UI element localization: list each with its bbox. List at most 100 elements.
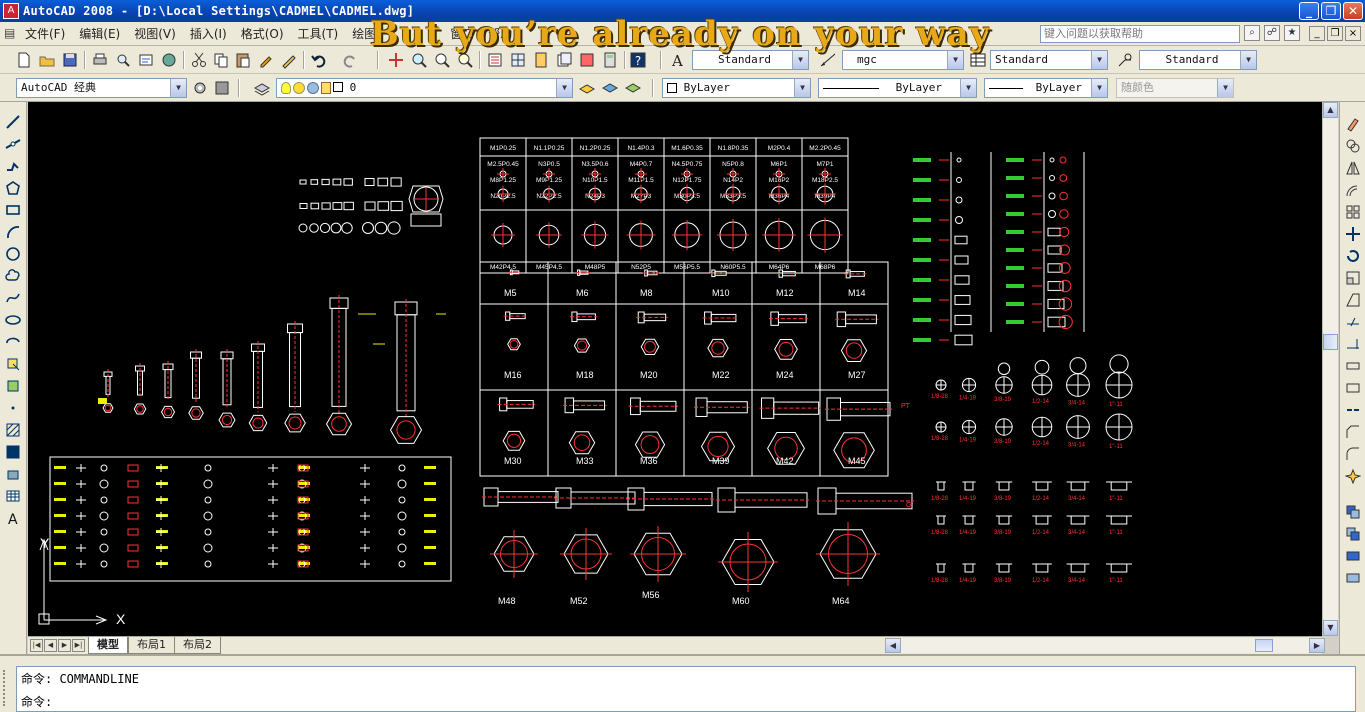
ellipse-arc-icon[interactable] bbox=[3, 332, 23, 352]
3d-dwf-icon[interactable] bbox=[159, 50, 179, 70]
menu-doc-icon[interactable]: ▤ bbox=[4, 26, 18, 42]
mirror-icon[interactable] bbox=[1343, 158, 1363, 178]
layer-on-lightbulb-icon[interactable] bbox=[281, 82, 291, 94]
send-under-icon[interactable] bbox=[1343, 568, 1363, 588]
multiline-text-icon[interactable]: A bbox=[3, 508, 23, 528]
draw-order-front-icon[interactable] bbox=[1343, 502, 1363, 522]
circle-icon[interactable] bbox=[3, 244, 23, 264]
doc-close-button[interactable]: × bbox=[1345, 26, 1361, 41]
break-icon[interactable] bbox=[1343, 378, 1363, 398]
doc-restore-button[interactable]: ❐ bbox=[1327, 26, 1343, 41]
move-icon[interactable] bbox=[1343, 224, 1363, 244]
gradient-icon[interactable] bbox=[3, 442, 23, 462]
my-workspace-icon[interactable] bbox=[212, 78, 232, 98]
new-file-icon[interactable] bbox=[14, 50, 34, 70]
menu-tools[interactable]: 工具(T) bbox=[291, 25, 346, 42]
scroll-left-arrow-icon[interactable]: ◀ bbox=[885, 638, 901, 653]
tab-last-icon[interactable]: ▶| bbox=[72, 639, 85, 652]
spline-icon[interactable] bbox=[3, 288, 23, 308]
join-icon[interactable] bbox=[1343, 400, 1363, 420]
tab-layout1[interactable]: 布局1 bbox=[128, 637, 175, 654]
tab-model[interactable]: 模型 bbox=[88, 637, 128, 654]
copy-object-icon[interactable] bbox=[1343, 136, 1363, 156]
fillet-icon[interactable] bbox=[1343, 444, 1363, 464]
layer-manager-icon[interactable] bbox=[252, 78, 272, 98]
undo-icon[interactable] bbox=[309, 50, 329, 70]
layer-previous-icon[interactable] bbox=[600, 78, 620, 98]
doc-minimize-button[interactable]: _ bbox=[1309, 26, 1325, 41]
polyline-icon[interactable] bbox=[3, 156, 23, 176]
bring-above-icon[interactable] bbox=[1343, 546, 1363, 566]
rotate-icon[interactable] bbox=[1343, 246, 1363, 266]
multileader-style-select[interactable]: Standard ▼ bbox=[1139, 50, 1257, 70]
menu-edit[interactable]: 编辑(E) bbox=[72, 25, 127, 42]
ellipse-icon[interactable] bbox=[3, 310, 23, 330]
multileader-style-icon[interactable] bbox=[1115, 50, 1135, 70]
publish-icon[interactable] bbox=[136, 50, 156, 70]
horizontal-scrollbar[interactable]: ◀ ▶ bbox=[885, 638, 1325, 653]
favorites-star-icon[interactable]: ★ bbox=[1284, 25, 1300, 41]
menu-format[interactable]: 格式(O) bbox=[234, 25, 291, 42]
close-button[interactable]: ✕ bbox=[1343, 2, 1363, 20]
autocad-app-icon[interactable]: A bbox=[3, 3, 19, 19]
layer-select[interactable]: 0 ▼ bbox=[276, 78, 573, 98]
communication-center-icon[interactable]: ☍ bbox=[1264, 25, 1280, 41]
explode-icon[interactable] bbox=[1343, 466, 1363, 486]
rectangle-icon[interactable] bbox=[3, 200, 23, 220]
revision-cloud-icon[interactable] bbox=[3, 266, 23, 286]
scroll-right-arrow-icon[interactable]: ▶ bbox=[1309, 638, 1325, 653]
table-icon[interactable] bbox=[3, 486, 23, 506]
save-icon[interactable] bbox=[60, 50, 80, 70]
insert-block-icon[interactable] bbox=[3, 354, 23, 374]
table-style-select[interactable]: Standard ▼ bbox=[990, 50, 1108, 70]
layer-viewport-icon[interactable] bbox=[307, 82, 319, 94]
scroll-up-arrow-icon[interactable]: ▲ bbox=[1323, 102, 1338, 118]
vertical-scroll-thumb[interactable] bbox=[1323, 334, 1338, 350]
trim-icon[interactable] bbox=[1343, 312, 1363, 332]
menu-view[interactable]: 视图(V) bbox=[127, 25, 183, 42]
workspace-settings-icon[interactable] bbox=[190, 78, 210, 98]
erase-icon[interactable] bbox=[1343, 114, 1363, 134]
workspace-select[interactable]: AutoCAD 经典 ▼ bbox=[16, 78, 187, 98]
make-block-icon[interactable] bbox=[3, 376, 23, 396]
block-editor-icon[interactable] bbox=[279, 50, 299, 70]
color-select[interactable]: ByLayer ▼ bbox=[662, 78, 811, 98]
polygon-icon[interactable] bbox=[3, 178, 23, 198]
hatch-icon[interactable] bbox=[3, 420, 23, 440]
lineweight-select[interactable]: ByLayer ▼ bbox=[984, 78, 1108, 98]
restore-button[interactable]: ❐ bbox=[1321, 2, 1341, 20]
plot-preview-icon[interactable] bbox=[113, 50, 133, 70]
tab-first-icon[interactable]: |◀ bbox=[30, 639, 43, 652]
construction-line-icon[interactable] bbox=[3, 134, 23, 154]
break-at-point-icon[interactable] bbox=[1343, 356, 1363, 376]
copy-icon[interactable] bbox=[211, 50, 231, 70]
redo-icon[interactable] bbox=[340, 50, 360, 70]
tab-next-icon[interactable]: ▶ bbox=[58, 639, 71, 652]
layer-lock-icon[interactable] bbox=[321, 82, 331, 94]
open-file-icon[interactable] bbox=[37, 50, 57, 70]
extend-icon[interactable] bbox=[1343, 334, 1363, 354]
cut-icon[interactable] bbox=[189, 50, 209, 70]
make-object-layer-current-icon[interactable] bbox=[577, 78, 597, 98]
line-icon[interactable] bbox=[3, 112, 23, 132]
help-search-input[interactable]: 键入问题以获取帮助 bbox=[1040, 25, 1240, 43]
arc-icon[interactable] bbox=[3, 222, 23, 242]
command-line-area[interactable]: 命令: COMMANDLINE 命令: bbox=[16, 666, 1356, 712]
plot-icon[interactable] bbox=[90, 50, 110, 70]
chamfer-icon[interactable] bbox=[1343, 422, 1363, 442]
stretch-icon[interactable] bbox=[1343, 290, 1363, 310]
menu-file[interactable]: 文件(F) bbox=[18, 25, 72, 42]
linetype-select[interactable]: ByLayer ▼ bbox=[818, 78, 977, 98]
command-prompt-line[interactable]: 命令: bbox=[21, 694, 52, 710]
paste-icon[interactable] bbox=[233, 50, 253, 70]
layer-thaw-sun-icon[interactable] bbox=[293, 82, 305, 94]
draw-order-back-icon[interactable] bbox=[1343, 524, 1363, 544]
menu-insert[interactable]: 插入(I) bbox=[183, 25, 234, 42]
scale-icon[interactable] bbox=[1343, 268, 1363, 288]
tab-prev-icon[interactable]: ◀ bbox=[44, 639, 57, 652]
scroll-down-arrow-icon[interactable]: ▼ bbox=[1323, 620, 1338, 636]
region-icon[interactable] bbox=[3, 464, 23, 484]
command-window-grip[interactable] bbox=[3, 670, 11, 706]
vertical-scrollbar[interactable]: ▲ ▼ bbox=[1322, 102, 1338, 636]
offset-icon[interactable] bbox=[1343, 180, 1363, 200]
